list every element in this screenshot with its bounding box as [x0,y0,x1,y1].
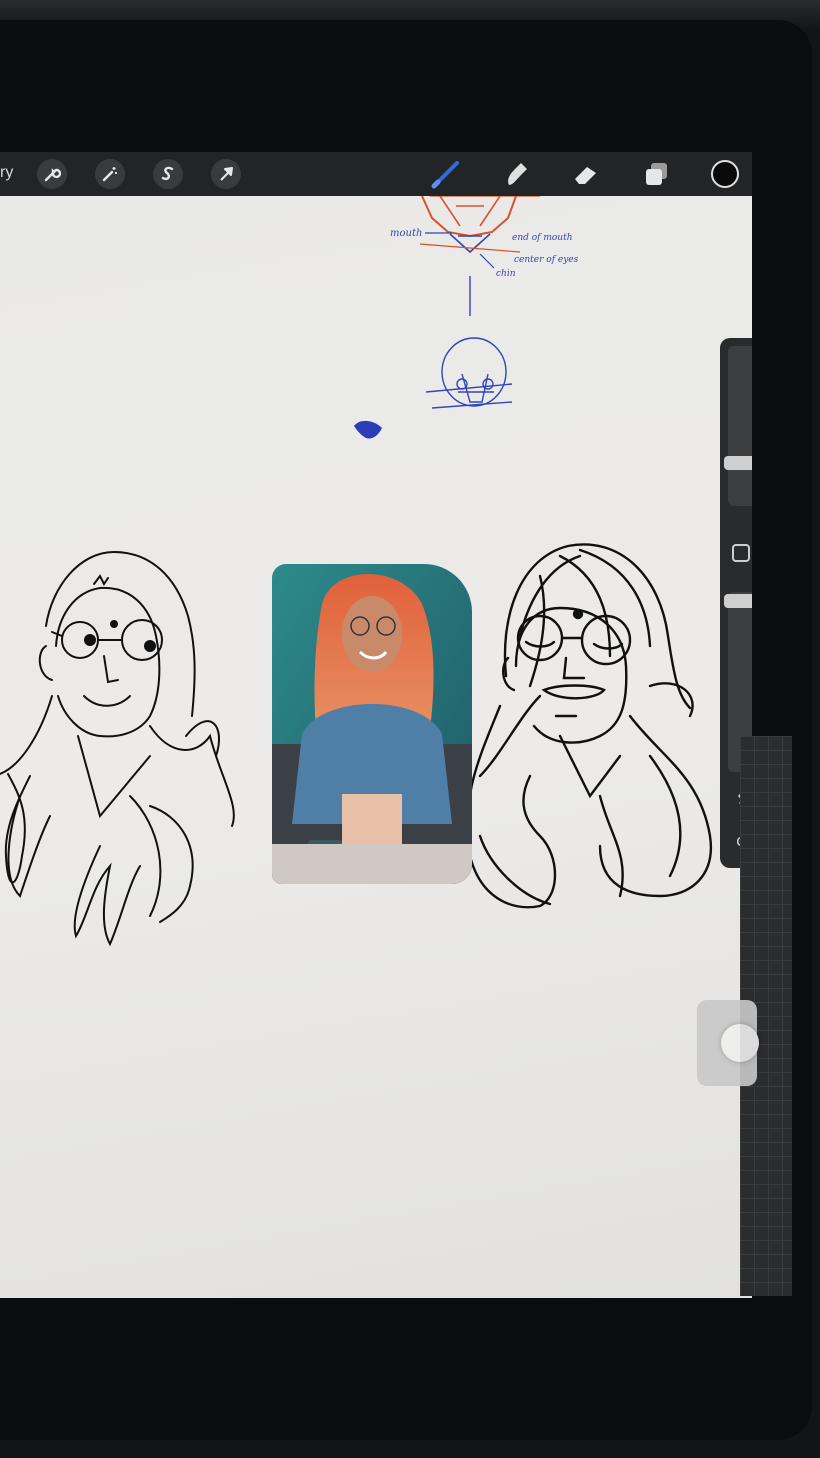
note-center-of-eyes: center of eyes [514,255,579,265]
magic-wand-icon [102,167,117,182]
actions-button[interactable] [37,159,67,189]
adjustments-button[interactable] [95,159,125,189]
layers-icon [646,163,667,185]
brush-size-thumb[interactable] [724,456,752,470]
color-picker-button[interactable] [711,160,739,188]
selection-button[interactable] [153,159,183,189]
layers-button[interactable] [640,158,672,190]
brush-size-slider[interactable] [728,346,752,506]
note-end-of-mouth: end of mouth [512,233,573,243]
paint-blob [354,420,382,439]
assistive-touch-button[interactable] [697,1000,759,1086]
selection-s-icon [161,166,174,181]
left-portrait-drawing [0,550,235,947]
modify-button[interactable] [732,544,750,562]
opacity-thumb[interactable] [724,594,752,608]
wrench-icon [44,168,61,182]
brush-tool[interactable] [430,158,462,190]
note-chin: chin [496,269,516,279]
note-mouth: mouth [390,228,422,239]
drawing-canvas[interactable]: mouth end of mouth center of eyes chin [0,196,752,1298]
arrow-cursor-icon [220,167,233,181]
gallery-button[interactable]: ry [0,164,13,182]
reference-photo [272,564,472,884]
smudge-icon [508,163,527,185]
head-construction-sketch: mouth end of mouth center of eyes chin [390,196,579,279]
ipad-device: ry mouth end of mouth center of eyes chi… [0,20,812,1440]
eraser-icon [575,167,596,184]
top-toolbar: ry [0,152,752,196]
transform-button[interactable] [211,159,241,189]
smudge-tool[interactable] [500,158,532,190]
right-portrait-drawing [466,543,713,909]
small-head-sketch [425,276,513,409]
assistive-touch-knob[interactable] [721,1024,759,1062]
reference-photo-image [272,564,472,884]
brush-icon [431,161,459,189]
eraser-tool[interactable] [570,158,602,190]
procreate-screen: ry mouth end of mouth center of eyes chi… [0,152,752,1298]
